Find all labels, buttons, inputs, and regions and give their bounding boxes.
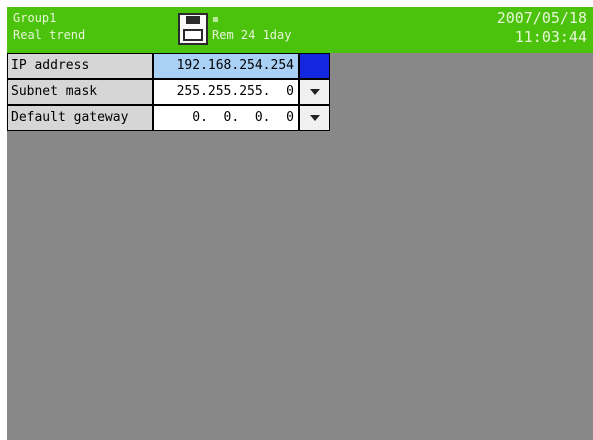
group-name: Group1 xyxy=(13,11,57,25)
default-gateway-dropdown-button[interactable] xyxy=(299,105,330,131)
floppy-disk-icon xyxy=(178,13,208,45)
ip-address-label: IP address xyxy=(7,53,153,79)
default-gateway-label: Default gateway xyxy=(7,105,153,131)
status-bar: Group1 Real trend Rem 24 1day 2007/05/18… xyxy=(7,7,593,53)
ip-address-field[interactable]: 192.168.254.254 xyxy=(153,53,299,79)
date-display: 2007/05/18 xyxy=(496,9,587,27)
dropdown-arrow-icon xyxy=(309,89,320,95)
subnet-mask-dropdown-button[interactable] xyxy=(299,79,330,105)
dropdown-arrow-icon xyxy=(309,115,320,121)
dropdown-arrow-icon xyxy=(309,63,320,69)
time-display: 11:03:44 xyxy=(514,28,587,46)
default-gateway-field[interactable]: 0. 0. 0. 0 xyxy=(153,105,299,131)
display-mode: Real trend xyxy=(13,28,86,42)
settings-panel: IP address 192.168.254.254 Subnet mask 2… xyxy=(7,53,593,440)
access-led-icon xyxy=(213,17,218,22)
remaining-capacity: Rem 24 1day xyxy=(212,28,292,42)
subnet-mask-field[interactable]: 255.255.255. 0 xyxy=(153,79,299,105)
ip-address-dropdown-button[interactable] xyxy=(299,53,330,79)
subnet-mask-label: Subnet mask xyxy=(7,79,153,105)
